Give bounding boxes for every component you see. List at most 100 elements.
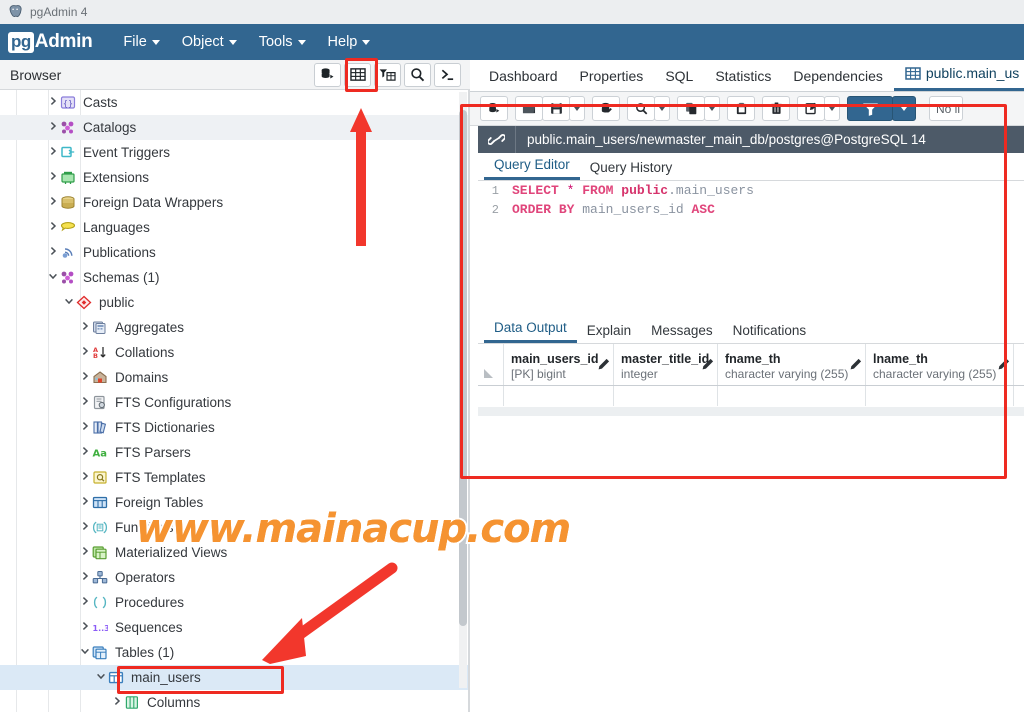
sql-line[interactable]: 1 SELECT * FROM public.main_users	[478, 181, 1024, 200]
tree-node-domains[interactable]: Domains	[0, 365, 470, 390]
object-tab-sql[interactable]: SQL	[654, 64, 704, 91]
tree-node-operators[interactable]: Operators	[0, 565, 470, 590]
row-limit-selector[interactable]: No li	[929, 96, 963, 121]
copy-dropdown-icon[interactable]	[704, 96, 720, 121]
edit-data-icon[interactable]	[592, 96, 620, 121]
find-dropdown-icon[interactable]	[654, 96, 670, 121]
tree-node-tables-1[interactable]: Tables (1)	[0, 640, 470, 665]
object-tab-bar[interactable]: Dashboard Properties SQL Statistics Dependen…	[470, 60, 1024, 92]
chevron-right-icon[interactable]	[78, 421, 92, 434]
menu-object[interactable]: Object	[173, 30, 246, 54]
tree-node-public[interactable]: public	[0, 290, 470, 315]
grid-empty-cell[interactable]	[614, 386, 718, 406]
edit-column-pencil-icon[interactable]	[597, 358, 610, 376]
chevron-right-icon[interactable]	[46, 171, 60, 184]
result-tab-messages[interactable]: Messages	[641, 320, 723, 343]
object-tab-dependencies[interactable]: Dependencies	[782, 64, 894, 91]
tree-node-fts-templates[interactable]: FTS Templates	[0, 465, 470, 490]
chevron-right-icon[interactable]	[110, 696, 124, 709]
chevron-right-icon[interactable]	[78, 571, 92, 584]
chevron-down-icon[interactable]	[62, 296, 76, 309]
tree-node-extensions[interactable]: Extensions	[0, 165, 470, 190]
grid-empty-cell[interactable]	[504, 386, 614, 406]
chevron-right-icon[interactable]	[78, 446, 92, 459]
copy-rows-icon[interactable]	[677, 96, 705, 121]
object-tab-dashboard[interactable]: Dashboard	[478, 64, 569, 91]
result-tab-data-output[interactable]: Data Output	[484, 317, 577, 343]
chevron-right-icon[interactable]	[78, 321, 92, 334]
chevron-down-icon[interactable]	[94, 671, 108, 684]
menu-help[interactable]: Help	[319, 30, 380, 54]
filter-dropdown-icon[interactable]	[892, 96, 916, 121]
save-file-icon[interactable]	[542, 96, 570, 121]
execute-script-icon[interactable]	[480, 96, 508, 121]
object-tab-public-main-us[interactable]: public.main_us	[893, 61, 1024, 91]
filter-icon[interactable]	[847, 96, 893, 121]
tree-node-fts-dictionaries[interactable]: FTS Dictionaries	[0, 415, 470, 440]
chevron-right-icon[interactable]	[46, 121, 60, 134]
object-explorer-icon[interactable]	[314, 62, 341, 87]
chevron-right-icon[interactable]	[78, 546, 92, 559]
tree-node-fts-configurations[interactable]: FTS Configurations	[0, 390, 470, 415]
chevron-right-icon[interactable]	[78, 621, 92, 634]
chevron-down-icon[interactable]	[78, 646, 92, 659]
grid-column-header[interactable]: lname_th character varying (255)	[866, 344, 1014, 385]
query-tool-terminal-icon[interactable]	[434, 62, 461, 87]
editor-tab-query-history[interactable]: Query History	[580, 157, 683, 180]
tree-vertical-scrollbar[interactable]	[459, 92, 467, 688]
chevron-right-icon[interactable]	[78, 396, 92, 409]
edit-column-pencil-icon[interactable]	[997, 358, 1010, 376]
tree-node-foreign-data-wrappers[interactable]: Foreign Data Wrappers	[0, 190, 470, 215]
view-data-grid-icon[interactable]	[344, 62, 371, 87]
chevron-right-icon[interactable]	[78, 596, 92, 609]
editor-tab-query-editor[interactable]: Query Editor	[484, 154, 580, 180]
menu-file[interactable]: File	[114, 30, 168, 54]
tree-node-sequences[interactable]: 1..3 Sequences	[0, 615, 470, 640]
find-icon[interactable]	[627, 96, 655, 121]
save-file-dropdown-icon[interactable]	[569, 96, 585, 121]
chevron-right-icon[interactable]	[78, 371, 92, 384]
grid-column-header[interactable]: main_users_id [PK] bigint	[504, 344, 614, 385]
tree-node-casts[interactable]: {} Casts	[0, 90, 470, 115]
data-output-grid[interactable]: main_users_id [PK] bigint master_title_id i…	[478, 344, 1024, 407]
chevron-down-icon[interactable]	[46, 271, 60, 284]
grid-column-header[interactable]: master_title_id integer	[614, 344, 718, 385]
delete-rows-icon[interactable]	[762, 96, 790, 121]
grid-empty-cell[interactable]	[718, 386, 866, 406]
tree-node-columns[interactable]: Columns	[0, 690, 470, 712]
sql-editor[interactable]: 1 SELECT * FROM public.main_users 2 ORDER B…	[478, 181, 1024, 300]
edit-query-icon[interactable]	[797, 96, 825, 121]
chevron-right-icon[interactable]	[46, 96, 60, 109]
search-icon[interactable]	[404, 62, 431, 87]
editor-tab-bar[interactable]: Query Editor Query History	[478, 153, 1024, 181]
result-tab-bar[interactable]: Data Output Explain Messages Notifications	[478, 316, 1024, 344]
tree-node-languages[interactable]: Languages	[0, 215, 470, 240]
query-tool-toolbar[interactable]: No li	[470, 92, 1024, 126]
grid-empty-cell[interactable]	[866, 386, 1014, 406]
tree-node-event-triggers[interactable]: Event Triggers	[0, 140, 470, 165]
tree-node-collations[interactable]: A B Collations	[0, 340, 470, 365]
tree-node-fts-parsers[interactable]: Aa FTS Parsers	[0, 440, 470, 465]
chevron-right-icon[interactable]	[78, 521, 92, 534]
chevron-right-icon[interactable]	[78, 496, 92, 509]
edit-column-pencil-icon[interactable]	[701, 358, 714, 376]
filtered-rows-icon[interactable]	[374, 62, 401, 87]
tree-node-schemas-1[interactable]: Schemas (1)	[0, 265, 470, 290]
grid-select-all-corner[interactable]	[478, 344, 504, 385]
grid-column-header[interactable]: fname_th character varying (255)	[718, 344, 866, 385]
tree-node-main-users[interactable]: main_users	[0, 665, 470, 690]
tree-node-publications[interactable]: Publications	[0, 240, 470, 265]
chevron-right-icon[interactable]	[46, 146, 60, 159]
chevron-right-icon[interactable]	[78, 346, 92, 359]
chevron-right-icon[interactable]	[78, 471, 92, 484]
object-browser-tree[interactable]: {} Casts Catalogs Event Triggers Extensions F…	[0, 90, 470, 712]
edit-column-pencil-icon[interactable]	[849, 358, 862, 376]
open-file-icon[interactable]	[515, 96, 543, 121]
tree-node-procedures[interactable]: Procedures	[0, 590, 470, 615]
result-tab-notifications[interactable]: Notifications	[723, 320, 817, 343]
sql-line[interactable]: 2 ORDER BY main_users_id ASC	[478, 200, 1024, 219]
edit-query-dropdown-icon[interactable]	[824, 96, 840, 121]
menu-tools[interactable]: Tools	[250, 30, 315, 54]
chevron-right-icon[interactable]	[46, 196, 60, 209]
tree-node-aggregates[interactable]: Aggregates	[0, 315, 470, 340]
